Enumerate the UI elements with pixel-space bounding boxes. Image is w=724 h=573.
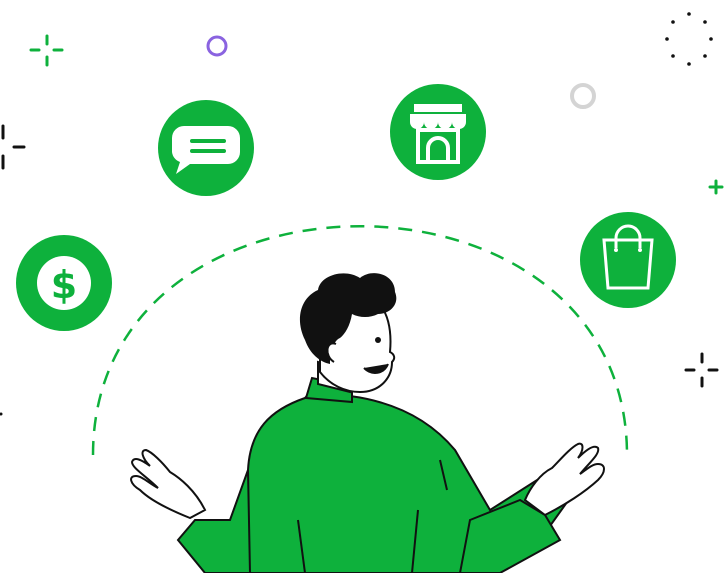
person-left-hand (130, 448, 207, 520)
person-figure (130, 273, 605, 573)
ring-gray (570, 83, 596, 109)
dollar-glyph: $ (51, 263, 77, 307)
dollar-icon: $ (16, 235, 112, 331)
illustration-canvas: $ (0, 12, 724, 573)
illustration-scene: $ (0, 0, 724, 573)
chat-icon (158, 100, 254, 196)
plus-green-right (708, 179, 724, 195)
sparkle-black-left (1, 124, 26, 170)
person-left-sleeve (176, 469, 252, 573)
dotted-circle-top-right (665, 12, 713, 66)
shopping-bag-icon (580, 212, 676, 308)
sparkle-black-right (684, 352, 719, 388)
store-icon (390, 84, 486, 180)
person-right-hand (523, 442, 605, 517)
ring-purple (206, 35, 228, 57)
sparkle-green-top-left (29, 34, 64, 67)
